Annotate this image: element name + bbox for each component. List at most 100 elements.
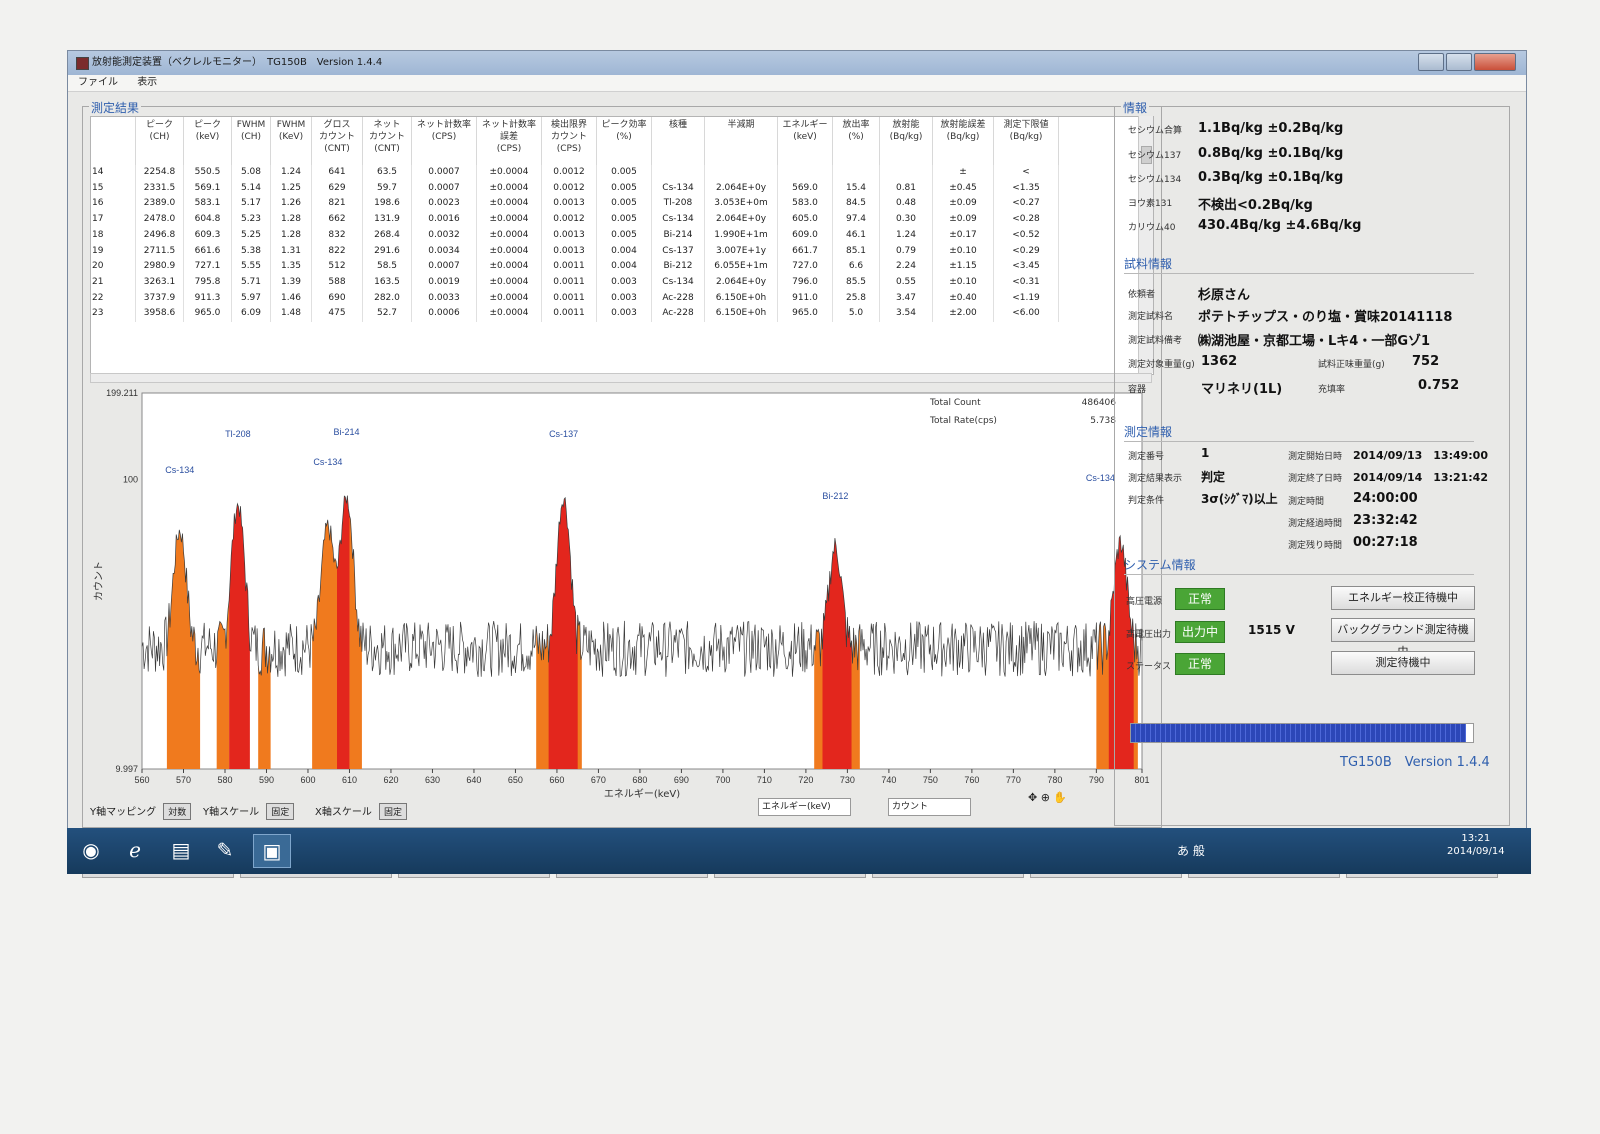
table-row[interactable]: 21 3263.1 795.8 5.71 1.39 588 163.5 0.0019 ±0.00… [91,274,1059,291]
hv-power-label: 高圧電源 [1126,597,1163,607]
clock[interactable]: 13:21 2014/09/14 [1447,832,1505,858]
table-cell: 796.0 [777,274,833,291]
table-cell: 662 [311,212,363,228]
table-cell: 19 [91,243,136,260]
table-row[interactable]: 14 2254.8 550.5 5.08 1.24 641 63.5 0.0007 ±0.000… [91,165,1059,181]
x-tick-label: 630 [425,775,440,785]
close-button[interactable] [1474,53,1516,71]
table-row[interactable]: 15 2331.5 569.1 5.14 1.25 629 59.7 0.0007 ±0.000… [91,180,1059,197]
x-tick-label: 590 [259,775,274,785]
table-cell: 0.005 [596,165,652,181]
menu-view[interactable]: 表示 [137,77,157,88]
y-tick-label: 100 [123,475,138,485]
table-cell: 131.9 [362,212,412,228]
table-cell: ±0.45 [932,180,994,197]
table-row[interactable]: 18 2496.8 609.3 5.25 1.28 832 268.4 0.0032 ±0.00… [91,227,1059,244]
maximize-button[interactable] [1446,53,1472,71]
menu-file[interactable]: ファイル [78,77,118,88]
table-cell: 0.48 [879,196,933,213]
table-cell: 1.28 [270,227,312,244]
y-scale-button[interactable]: 固定 [266,803,295,820]
x-axis-label: エネルギー(keV) [604,788,680,800]
condition-value: 3σ(ｼｸﾞﾏ)以上 [1201,492,1278,506]
x-unit-select[interactable]: エネルギー(keV) [758,798,851,816]
y-mapping-button[interactable]: 対数 [163,803,192,820]
y-unit-select[interactable]: カウント [888,798,971,816]
table-cell: 46.1 [832,227,880,244]
table-cell: 0.004 [596,243,652,260]
app-taskbar-icon[interactable]: ▣ [253,834,291,868]
table-cell: ±0.0004 [476,196,542,213]
table-cell: 727.0 [777,259,833,275]
table-cell: 3737.9 [135,290,184,307]
result-display-value: 判定 [1201,470,1226,484]
column-header: 放出率 (%) [832,117,880,165]
tray-ime[interactable]: あ 般 [1177,842,1205,859]
column-header: ネット計数率 誤差 (CPS) [476,117,542,165]
y-scale-control: Y軸スケール 固定 [203,803,295,820]
measure-status-button[interactable]: 測定待機中 [1331,651,1475,675]
table-cell: 2980.9 [135,259,184,275]
table-cell: Ac-228 [651,306,705,323]
column-header: FWHM (KeV) [270,117,312,165]
table-cell: 550.5 [183,165,232,181]
table-row[interactable]: 23 3958.6 965.0 6.09 1.48 475 52.7 0.0006 ±0.000… [91,306,1059,323]
table-cell: 5.71 [231,274,271,291]
table-cell: 1.48 [270,306,312,323]
table-cell: Tl-208 [651,196,705,213]
x-tick-label: 660 [549,775,564,785]
table-cell: 0.0013 [541,243,597,260]
sample-note-value: ㈱湖池屋・京都工場・Lキ4・一部Gゾ1 [1198,334,1431,349]
table-cell: 3.54 [879,306,933,323]
table-cell: 22 [91,290,136,307]
table-cell: 0.0034 [411,243,477,260]
table-cell: 163.5 [362,274,412,291]
table-cell: 0.0019 [411,274,477,291]
table-horizontal-scrollbar[interactable] [90,373,1152,383]
table-cell: 15.4 [832,180,880,197]
info-cs-total-value: 1.1Bq/kg ±0.2Bq/kg [1198,121,1344,136]
table-row[interactable]: 19 2711.5 661.6 5.38 1.31 822 291.6 0.0034 ±0.00… [91,243,1059,260]
table-cell: 2.24 [879,259,933,275]
sample-divider [1124,273,1474,274]
spectrum-chart: 560 570 580 590 600 610 620 630 640 650 660 670 680 6… [90,388,1152,829]
folder-icon[interactable]: ▤ [163,834,199,866]
table-cell: Ac-228 [651,290,705,307]
table-row[interactable]: 17 2478.0 604.8 5.23 1.28 662 131.9 0.0016 ±0.00… [91,212,1059,228]
table-row[interactable]: 20 2980.9 727.1 5.55 1.35 512 58.5 0.0007 ±0.000… [91,259,1059,275]
table-cell: 0.0012 [541,165,597,181]
x-tick-label: 610 [342,775,357,785]
table-cell: 63.5 [362,165,412,181]
main-window: 放射能測定装置（ベクレルモニター） TG150B Version 1.4.4 フ… [67,50,1527,878]
results-table[interactable]: ピーク (CH) ピーク (keV) FWHM (CH) FWHM (KeV) グロス … [90,116,1154,375]
table-cell: ±0.0004 [476,259,542,275]
x-scale-button[interactable]: 固定 [379,803,408,820]
table-cell: 604.8 [183,212,232,228]
background-status-button[interactable]: バックグラウンド測定待機中 [1331,618,1475,658]
table-cell: ±0.09 [932,212,994,228]
voltage-value: 1515 V [1248,623,1295,637]
sample-name-value: ポテトチップス・のり塩・賞味20141118 [1198,310,1453,325]
start-button-icon[interactable]: ◉ [73,834,109,866]
table-cell: 21 [91,274,136,291]
energy-calib-status-button[interactable]: エネルギー校正待機中 [1331,586,1475,610]
app-icon [76,57,89,70]
table-cell: ± [932,165,994,181]
table-cell: 3.47 [879,290,933,307]
table-cell: 821 [311,196,363,213]
table-cell: ±0.0004 [476,243,542,260]
requester-label: 依頼者 [1128,290,1156,300]
paint-icon[interactable]: ✎ [207,834,243,866]
table-row[interactable]: 22 3737.9 911.3 5.97 1.46 690 282.0 0.0033 ±0.00… [91,290,1059,307]
zoom-tools-icon[interactable]: ✥ ⊕ ✋ [1028,791,1067,804]
clock-date: 2014/09/14 [1447,846,1505,857]
table-cell: 5.0 [832,306,880,323]
table-cell: Cs-137 [651,243,705,260]
ie-icon[interactable]: ℯ [117,834,153,866]
table-cell: 6.6 [832,259,880,275]
minimize-button[interactable] [1418,53,1444,71]
table-row[interactable]: 16 2389.0 583.1 5.17 1.26 821 198.6 0.0023 ±0.00… [91,196,1059,213]
table-cell: 0.55 [879,274,933,291]
x-tick-label: 650 [508,775,523,785]
table-cell: 0.0007 [411,259,477,275]
